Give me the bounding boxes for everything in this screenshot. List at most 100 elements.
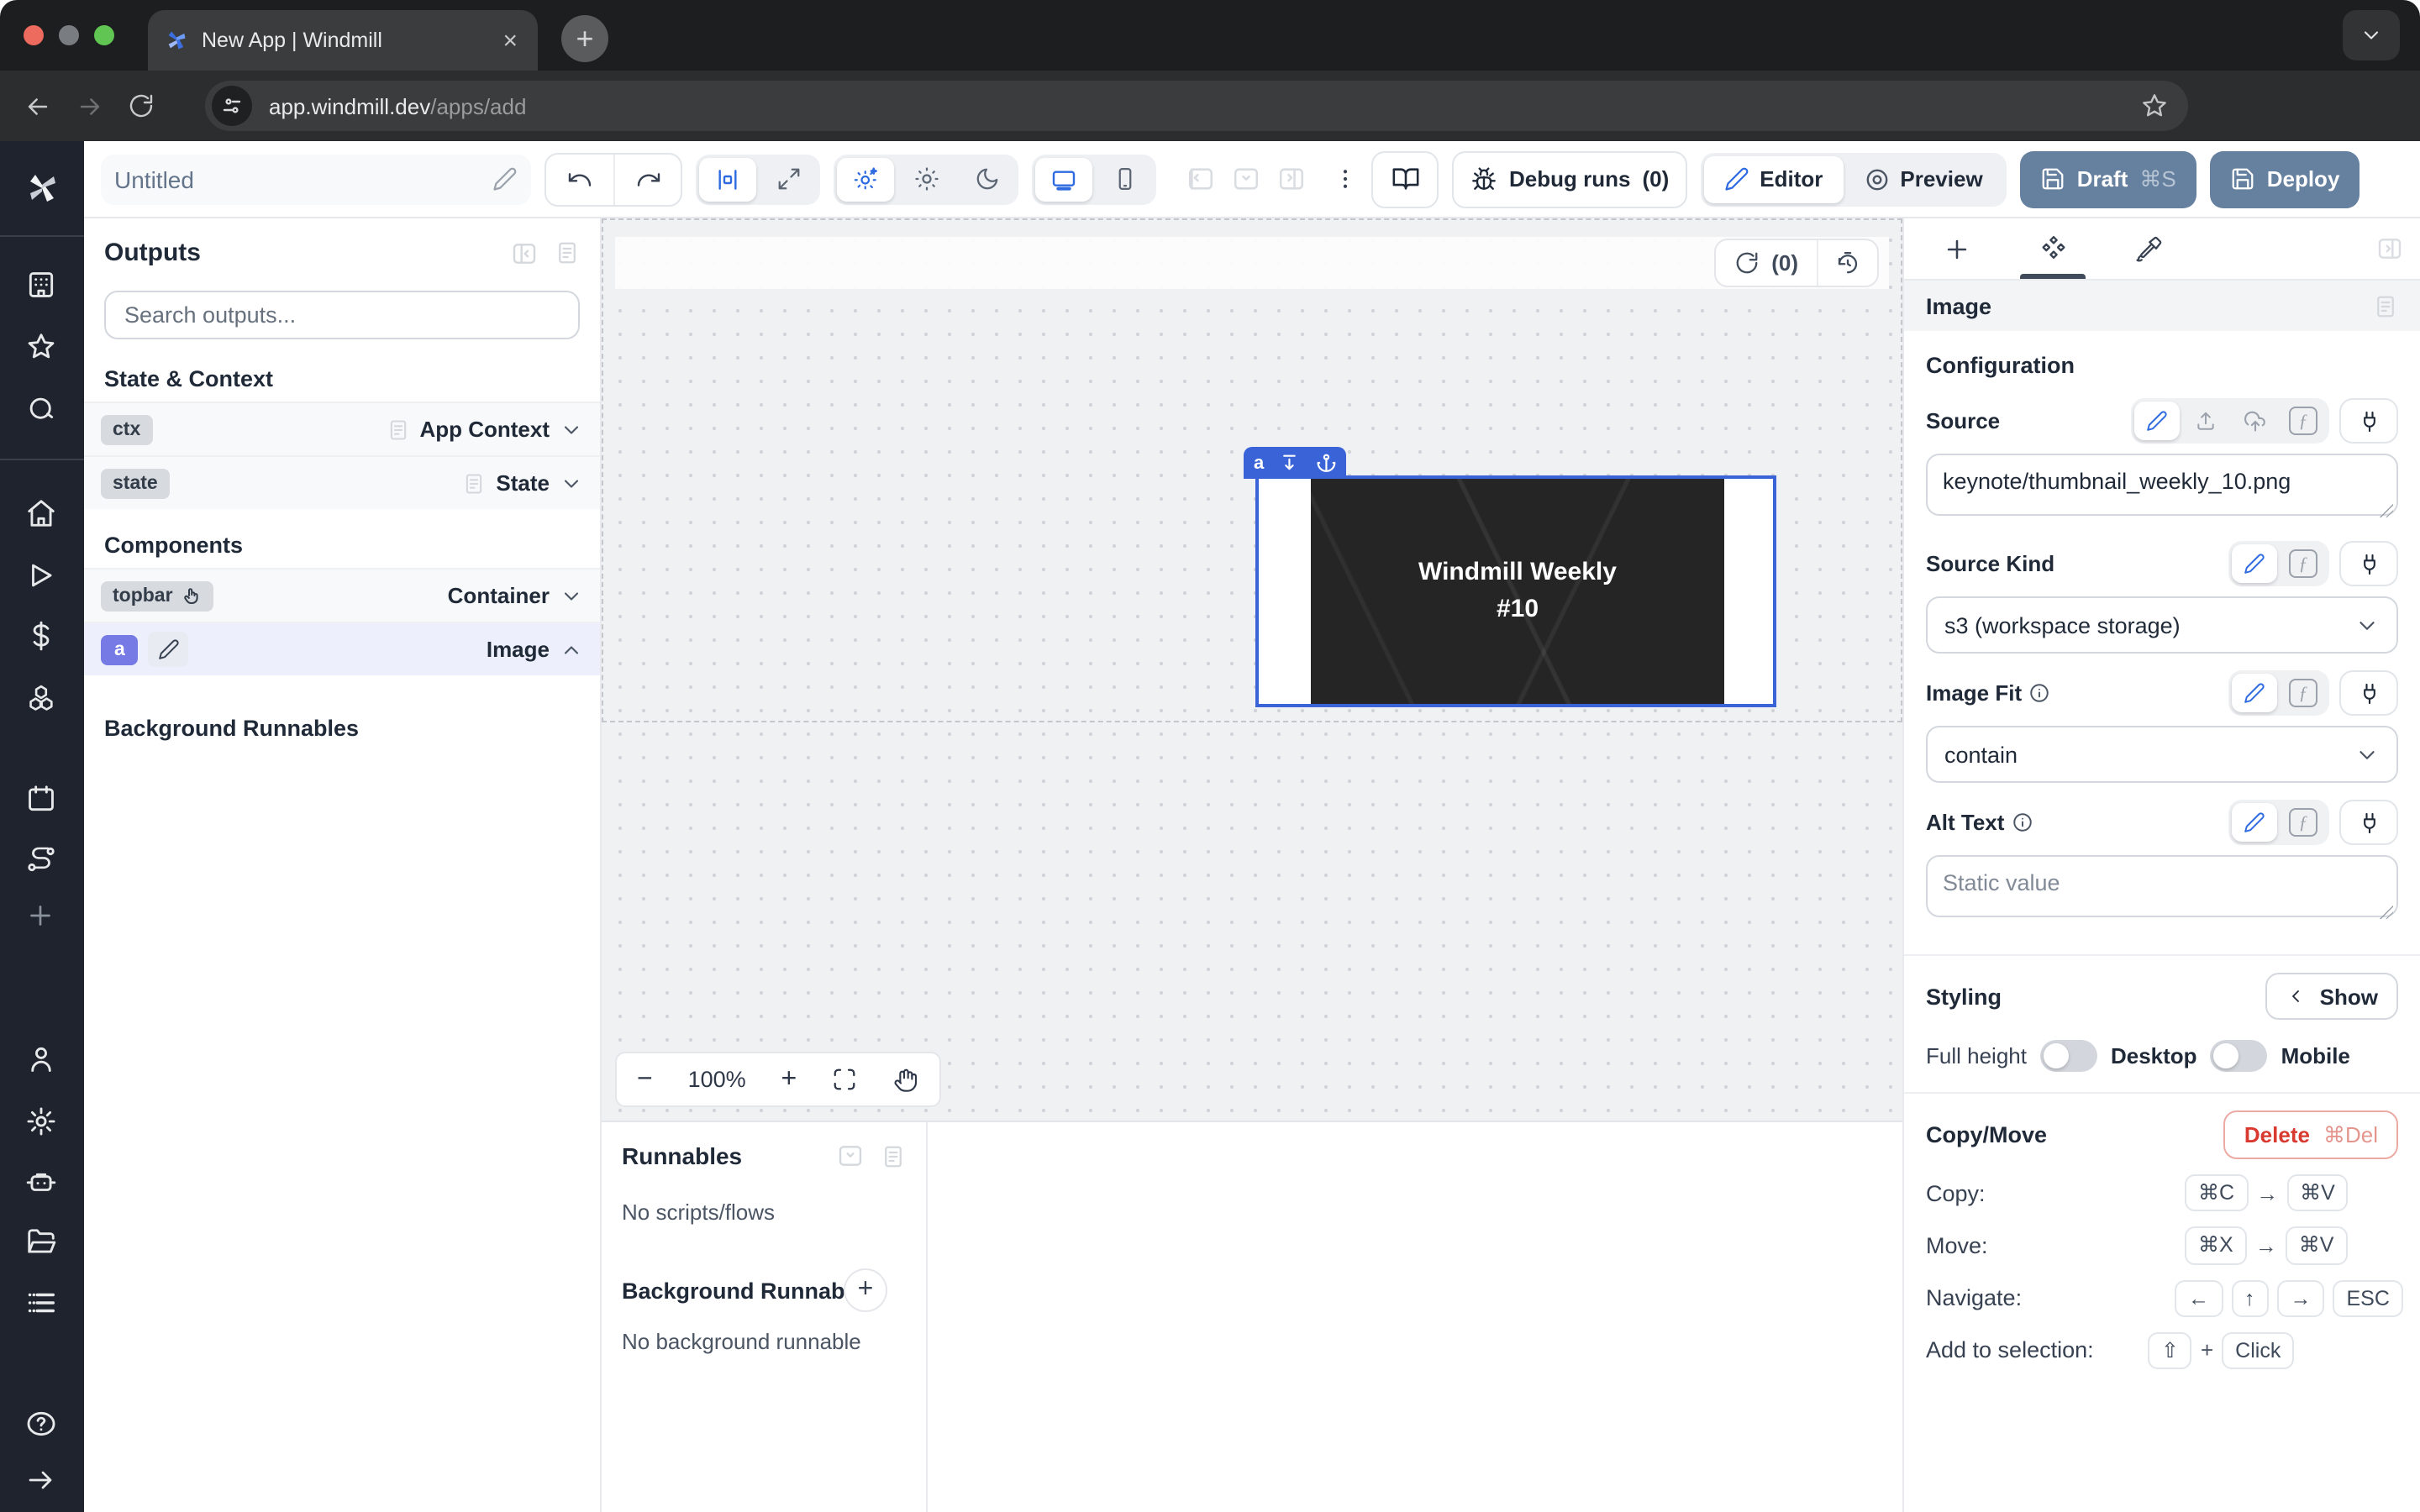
sidebar-item-help[interactable] bbox=[25, 1408, 57, 1440]
dark-theme-button[interactable] bbox=[958, 157, 1015, 201]
chevron-down-icon[interactable] bbox=[560, 471, 583, 495]
collapse-down-icon[interactable] bbox=[837, 1142, 864, 1169]
tab-close-icon[interactable]: × bbox=[499, 28, 521, 53]
full-height-toggle[interactable] bbox=[2040, 1040, 2097, 1072]
refresh-app-button[interactable]: (0) bbox=[1716, 240, 1817, 286]
sidebar-item-runs[interactable] bbox=[25, 559, 57, 591]
pan-tool-button[interactable] bbox=[892, 1066, 919, 1093]
sidebar-item-workspace[interactable] bbox=[25, 269, 57, 301]
bookmark-star-icon[interactable] bbox=[2141, 92, 2168, 119]
desktop-view-button[interactable] bbox=[1035, 157, 1092, 201]
redo-button[interactable] bbox=[613, 154, 681, 204]
draft-button[interactable]: Draft ⌘S bbox=[2020, 150, 2196, 207]
static-mode-button[interactable] bbox=[2232, 544, 2277, 583]
s3-upload-mode-button[interactable] bbox=[2232, 402, 2277, 440]
static-mode-button[interactable] bbox=[2232, 803, 2277, 842]
new-tab-button[interactable]: + bbox=[561, 15, 608, 62]
output-id-badge[interactable]: state bbox=[101, 468, 170, 498]
center-layout-button[interactable] bbox=[699, 157, 756, 201]
fit-view-button[interactable] bbox=[832, 1067, 857, 1092]
browser-tab[interactable]: New App | Windmill × bbox=[148, 10, 538, 71]
delete-component-button[interactable]: Delete ⌘Del bbox=[2224, 1110, 2398, 1159]
desktop-mobile-toggle[interactable] bbox=[2211, 1040, 2268, 1072]
preview-tab[interactable]: Preview bbox=[1843, 155, 2002, 202]
connect-input-button[interactable] bbox=[2339, 800, 2398, 845]
component-id-badge[interactable]: a bbox=[101, 634, 139, 664]
toggle-left-panel-icon[interactable] bbox=[1186, 165, 1215, 193]
component-row-topbar[interactable]: topbar Container bbox=[84, 568, 600, 622]
connect-input-button[interactable] bbox=[2339, 541, 2398, 586]
eval-mode-button[interactable]: ƒ bbox=[2281, 803, 2326, 842]
tab-search-button[interactable] bbox=[2343, 10, 2400, 60]
sidebar-item-resources[interactable] bbox=[25, 682, 57, 714]
output-row-state[interactable]: state State bbox=[84, 455, 600, 509]
collapse-right-panel-icon[interactable] bbox=[2376, 235, 2403, 262]
site-settings-icon[interactable] bbox=[212, 86, 252, 126]
deploy-button[interactable]: Deploy bbox=[2210, 150, 2360, 207]
sidebar-item-settings[interactable] bbox=[25, 1105, 57, 1137]
eval-mode-button[interactable]: ƒ bbox=[2281, 402, 2326, 440]
add-background-runnable-button[interactable]: + bbox=[844, 1268, 887, 1312]
component-row-a-selected[interactable]: a Image bbox=[84, 622, 600, 675]
eval-mode-button[interactable]: ƒ bbox=[2281, 544, 2326, 583]
sidebar-item-folders[interactable] bbox=[25, 1226, 57, 1258]
minimize-window-button[interactable] bbox=[59, 25, 79, 45]
mobile-view-button[interactable] bbox=[1096, 157, 1153, 201]
app-name-field[interactable]: Untitled bbox=[101, 154, 531, 204]
topbar-container-component[interactable] bbox=[615, 237, 1889, 289]
debug-runs-button[interactable]: Debug runs (0) bbox=[1452, 150, 1687, 207]
toggle-right-panel-icon[interactable] bbox=[1277, 165, 1306, 193]
selected-component-handle[interactable]: a bbox=[1244, 447, 1346, 479]
chevron-down-icon[interactable] bbox=[560, 584, 583, 607]
undo-button[interactable] bbox=[546, 154, 613, 204]
upload-mode-button[interactable] bbox=[2183, 402, 2228, 440]
static-mode-button[interactable] bbox=[2232, 674, 2277, 712]
output-row-ctx[interactable]: ctx App Context bbox=[84, 402, 600, 455]
forward-button[interactable] bbox=[76, 92, 104, 120]
sidebar-collapse-icon[interactable] bbox=[25, 1465, 55, 1495]
sidebar-item-flows[interactable] bbox=[25, 843, 57, 875]
search-input[interactable] bbox=[121, 301, 563, 329]
header-menu-icon[interactable] bbox=[1333, 166, 1358, 192]
chevron-down-icon[interactable] bbox=[560, 417, 583, 441]
sidebar-item-variables[interactable] bbox=[25, 620, 57, 652]
output-id-badge[interactable]: ctx bbox=[101, 414, 152, 444]
reload-button[interactable] bbox=[128, 92, 155, 119]
docs-panel-icon[interactable] bbox=[881, 1143, 906, 1168]
back-button[interactable] bbox=[24, 92, 52, 120]
tab-insert-component[interactable] bbox=[1909, 218, 2005, 279]
connect-input-button[interactable] bbox=[2339, 670, 2398, 716]
docs-button[interactable] bbox=[1371, 150, 1439, 207]
image-component-selected[interactable]: Windmill Weekly #10 bbox=[1255, 475, 1776, 707]
zoom-in-button[interactable]: + bbox=[781, 1064, 797, 1095]
image-fit-select[interactable]: contain bbox=[1926, 726, 2398, 783]
auto-theme-button[interactable] bbox=[837, 157, 894, 201]
address-bar[interactable]: app.windmill.dev/apps/add bbox=[205, 81, 2188, 131]
static-mode-button[interactable] bbox=[2134, 402, 2180, 440]
source-kind-select[interactable]: s3 (workspace storage) bbox=[1926, 596, 2398, 654]
light-theme-button[interactable] bbox=[897, 157, 955, 201]
connect-input-button[interactable] bbox=[2339, 398, 2398, 444]
component-id-badge[interactable]: topbar bbox=[101, 580, 213, 611]
close-window-button[interactable] bbox=[24, 25, 44, 45]
zoom-window-button[interactable] bbox=[94, 25, 114, 45]
sidebar-item-logs[interactable] bbox=[25, 1287, 57, 1319]
eval-mode-button[interactable]: ƒ bbox=[2281, 674, 2326, 712]
sidebar-item-search[interactable] bbox=[25, 393, 57, 425]
sidebar-item-account[interactable] bbox=[25, 1043, 57, 1075]
toggle-bottom-panel-icon[interactable] bbox=[1232, 165, 1260, 193]
sidebar-item-favorites[interactable] bbox=[25, 331, 57, 363]
zoom-out-button[interactable]: − bbox=[637, 1064, 653, 1095]
sidebar-item-home[interactable] bbox=[25, 497, 57, 529]
source-input[interactable]: keynote/thumbnail_weekly_10.png bbox=[1926, 454, 2398, 516]
editor-tab[interactable]: Editor bbox=[1704, 155, 1843, 202]
collapse-panel-icon[interactable] bbox=[511, 239, 538, 266]
fullwidth-layout-button[interactable] bbox=[760, 157, 817, 201]
tab-styling[interactable] bbox=[2101, 218, 2196, 279]
show-styling-button[interactable]: Show bbox=[2266, 973, 2398, 1020]
app-canvas[interactable]: (0) a Windmill Weekly #10 − 100% + bbox=[602, 218, 1902, 1121]
sidebar-item-workers[interactable] bbox=[25, 1166, 57, 1198]
chevron-up-icon[interactable] bbox=[560, 638, 583, 661]
windmill-logo[interactable] bbox=[22, 168, 62, 208]
rename-component-button[interactable] bbox=[149, 632, 189, 667]
